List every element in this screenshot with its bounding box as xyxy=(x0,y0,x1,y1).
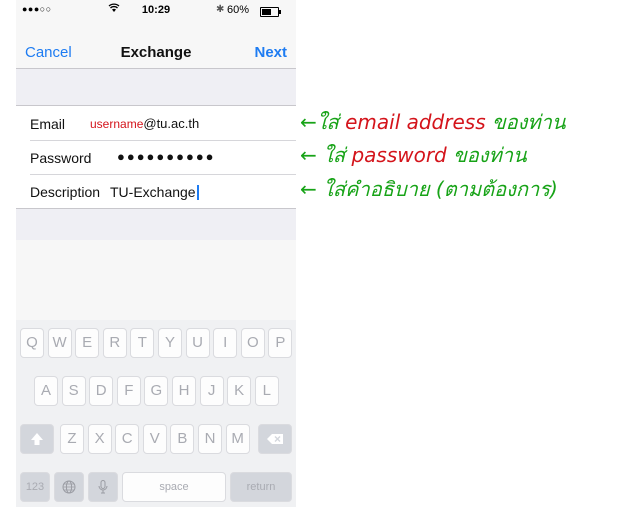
annotation-description: ← ใส่คำอธิบาย (ตามต้องการ) xyxy=(300,177,558,201)
annotation-email-suffix: ของท่าน xyxy=(486,110,567,134)
annotation-password-prefix: ← ใส่ xyxy=(300,143,351,167)
annotation-password-highlight: password xyxy=(350,143,447,167)
annotation-email-prefix: ←ใส่ xyxy=(300,110,345,134)
annotation-password: ← ใส่ password ของท่าน xyxy=(300,143,528,167)
annotation-layer: ←ใส่ email address ของท่าน ← ใส่ passwor… xyxy=(300,110,567,201)
annotation-password-suffix: ของท่าน xyxy=(447,143,528,167)
annotation-email-highlight: email address xyxy=(345,110,486,134)
annotation-email: ←ใส่ email address ของท่าน xyxy=(300,110,567,134)
